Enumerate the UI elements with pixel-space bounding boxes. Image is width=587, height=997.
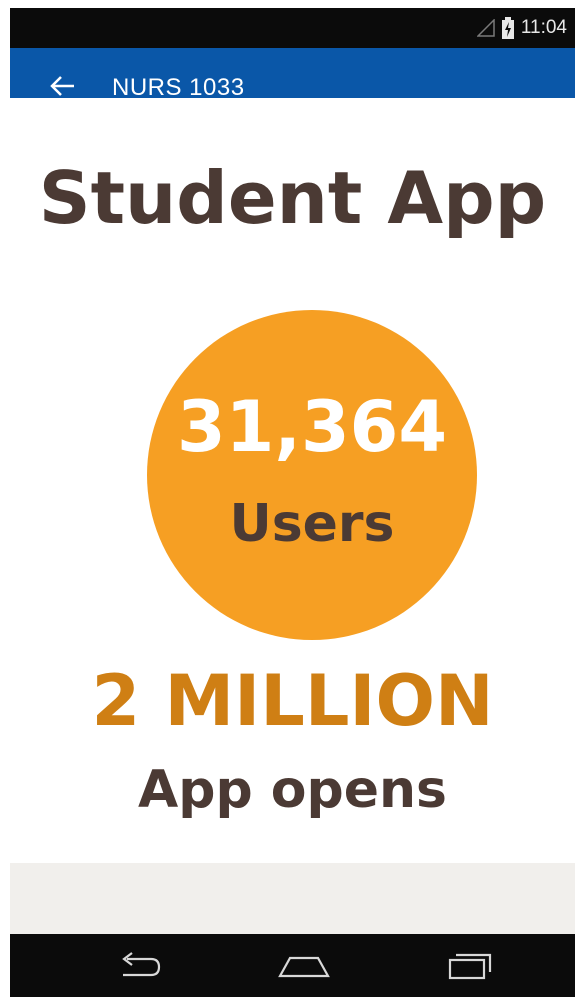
app-opens-count: 2 MILLION [91,660,494,742]
screen-border-right [575,0,587,997]
users-circle: 31,364 Users [147,310,477,640]
home-icon[interactable] [276,950,332,982]
slide-title: Student App [38,156,547,240]
screen-border-left [0,0,10,997]
signal-icon [476,19,495,37]
users-count: 31,364 [176,386,448,468]
arrow-left-icon[interactable] [48,74,78,98]
app-opens-label: App opens [138,760,447,820]
back-icon[interactable] [115,950,165,982]
recents-icon[interactable] [444,950,496,982]
users-label: Users [229,494,395,554]
app-bar: NURS 1033 [10,48,575,98]
status-bar: 11:04 [10,8,575,48]
app-bar-title: NURS 1033 [112,74,245,98]
slide-content: Student App 31,364 Users 2 MILLION App o… [10,98,575,863]
status-time: 11:04 [520,17,567,38]
status-icons: 11:04 [476,8,567,48]
navigation-bar [10,934,575,997]
content-background [10,863,575,934]
battery-charging-icon [501,17,515,39]
